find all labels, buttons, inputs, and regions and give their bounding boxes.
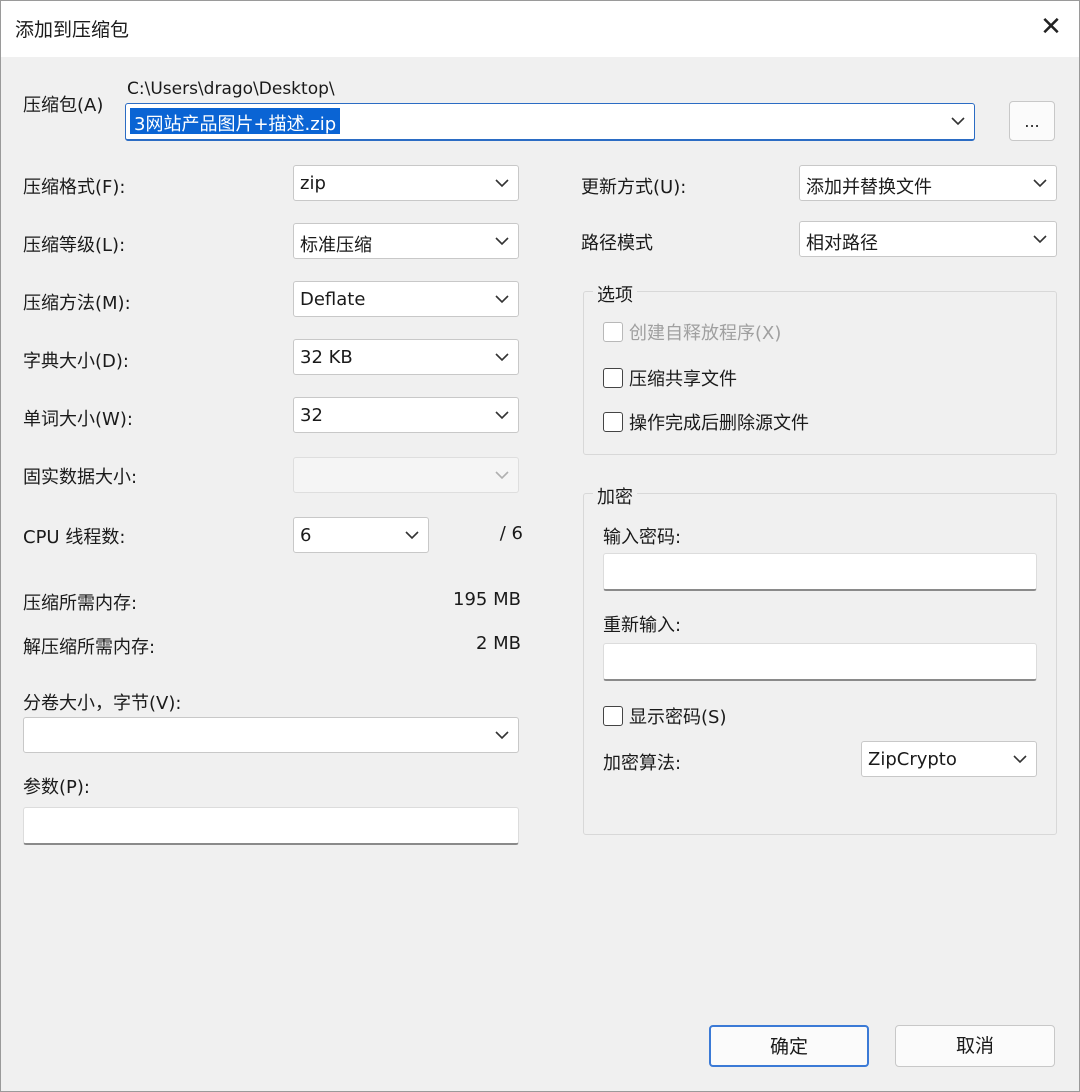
chevron-down-icon[interactable] xyxy=(494,233,510,249)
add-to-archive-dialog: 添加到压缩包 ✕ 压缩包(A) C:\Users\drago\Desktop\ … xyxy=(0,0,1080,1092)
format-label: 压缩格式(F): xyxy=(23,177,126,198)
update-mode-select[interactable]: 添加并替换文件 xyxy=(799,165,1057,201)
cpu-max: / 6 xyxy=(499,523,523,544)
update-label: 更新方式(U): xyxy=(581,177,687,198)
password-label: 输入密码: xyxy=(603,527,682,548)
password-input[interactable] xyxy=(603,553,1037,591)
format-value: zip xyxy=(300,173,326,194)
method-label: 压缩方法(M): xyxy=(23,293,131,314)
chevron-down-icon[interactable] xyxy=(494,291,510,307)
close-icon: ✕ xyxy=(1040,12,1062,42)
dict-select[interactable]: 32 KB xyxy=(293,339,519,375)
method-value: Deflate xyxy=(300,289,366,310)
cpu-value: 6 xyxy=(300,525,312,546)
browse-button[interactable]: ... xyxy=(1009,101,1055,141)
options-group-title: 选项 xyxy=(593,281,637,307)
cpu-label: CPU 线程数: xyxy=(23,527,126,548)
word-label: 单词大小(W): xyxy=(23,409,133,430)
word-value: 32 xyxy=(300,405,323,426)
chevron-down-icon[interactable] xyxy=(494,407,510,423)
checkbox-box[interactable] xyxy=(603,368,623,388)
shared-files-checkbox[interactable]: 压缩共享文件 xyxy=(603,365,737,391)
sfx-checkbox: 创建自释放程序(X) xyxy=(603,319,781,345)
reenter-password-input[interactable] xyxy=(603,643,1037,681)
checkbox-box[interactable] xyxy=(603,412,623,432)
level-select[interactable]: 标准压缩 xyxy=(293,223,519,259)
archive-path: C:\Users\drago\Desktop\ xyxy=(127,79,335,99)
encryption-method-select[interactable]: ZipCrypto xyxy=(861,741,1037,777)
show-password-checkbox[interactable]: 显示密码(S) xyxy=(603,703,726,729)
shared-files-label: 压缩共享文件 xyxy=(629,369,737,390)
chevron-down-icon[interactable] xyxy=(1032,231,1048,247)
reenter-label: 重新输入: xyxy=(603,615,682,636)
chevron-down-icon xyxy=(495,471,509,480)
checkbox-box xyxy=(603,322,623,342)
volume-size-combobox[interactable] xyxy=(23,717,519,753)
mem-compress-label: 压缩所需内存: xyxy=(23,593,138,614)
cancel-button[interactable]: 取消 xyxy=(895,1025,1055,1067)
checkbox-box[interactable] xyxy=(603,706,623,726)
chevron-down-icon[interactable] xyxy=(1012,751,1028,767)
cpu-threads-select[interactable]: 6 xyxy=(293,517,429,553)
ok-button[interactable]: 确定 xyxy=(709,1025,869,1067)
archive-name-combobox[interactable]: 3网站产品图片+描述.zip xyxy=(125,103,975,141)
chevron-down-icon[interactable] xyxy=(494,349,510,365)
delete-after-label: 操作完成后删除源文件 xyxy=(629,413,809,434)
chevron-down-icon[interactable] xyxy=(494,175,510,191)
chevron-down-icon[interactable] xyxy=(494,727,510,743)
mem-compress-value: 195 MB xyxy=(453,589,521,610)
show-password-label: 显示密码(S) xyxy=(629,707,727,728)
dict-label: 字典大小(D): xyxy=(23,351,129,372)
window-title: 添加到压缩包 xyxy=(15,19,130,41)
params-input[interactable] xyxy=(23,807,519,845)
encryption-group-title: 加密 xyxy=(593,483,637,509)
level-label: 压缩等级(L): xyxy=(23,235,126,256)
chevron-down-icon[interactable] xyxy=(1032,175,1048,191)
solid-select xyxy=(293,457,519,493)
archive-filename[interactable]: 3网站产品图片+描述.zip xyxy=(130,108,341,135)
path-mode-label: 路径模式 xyxy=(581,233,653,254)
mem-decompress-label: 解压缩所需内存: xyxy=(23,637,156,658)
delete-after-checkbox[interactable]: 操作完成后删除源文件 xyxy=(603,409,809,435)
word-select[interactable]: 32 xyxy=(293,397,519,433)
title-bar: 添加到压缩包 ✕ xyxy=(1,1,1079,57)
path-mode-select[interactable]: 相对路径 xyxy=(799,221,1057,257)
close-button[interactable]: ✕ xyxy=(1033,11,1069,45)
encryption-method-label: 加密算法: xyxy=(603,753,682,774)
volume-label: 分卷大小，字节(V): xyxy=(23,693,182,714)
method-select[interactable]: Deflate xyxy=(293,281,519,317)
path-mode-value: 相对路径 xyxy=(806,233,878,254)
solid-label: 固实数据大小: xyxy=(23,467,138,488)
encryption-method-value: ZipCrypto xyxy=(868,749,957,770)
update-value: 添加并替换文件 xyxy=(806,177,932,198)
archive-label: 压缩包(A) xyxy=(23,95,104,116)
chevron-down-icon[interactable] xyxy=(404,527,420,543)
chevron-down-icon[interactable] xyxy=(950,113,966,129)
dict-value: 32 KB xyxy=(300,347,353,368)
params-label: 参数(P): xyxy=(23,777,90,798)
level-value: 标准压缩 xyxy=(300,235,372,256)
format-select[interactable]: zip xyxy=(293,165,519,201)
mem-decompress-value: 2 MB xyxy=(475,633,521,654)
sfx-label: 创建自释放程序(X) xyxy=(629,323,782,344)
